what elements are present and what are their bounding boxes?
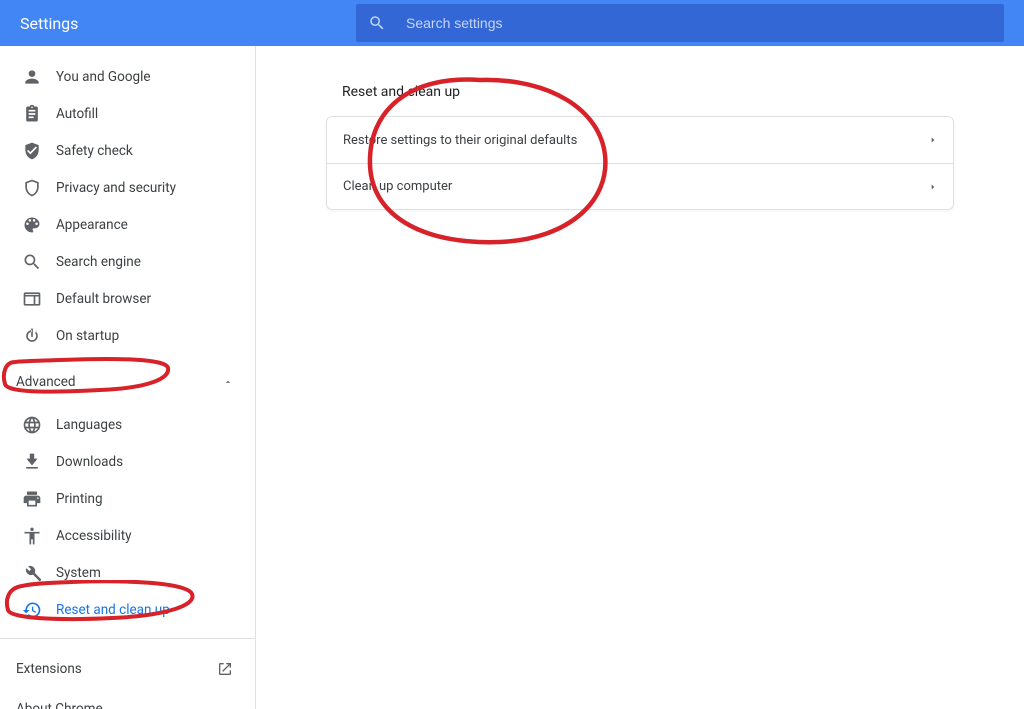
print-icon (22, 489, 56, 509)
advanced-label: Advanced (16, 374, 76, 390)
sidebar-item-label: Search engine (56, 254, 141, 270)
chevron-right-icon (929, 181, 937, 193)
sidebar-item-default-browser[interactable]: Default browser (0, 280, 255, 317)
section-title: Reset and clean up (326, 84, 954, 116)
sidebar-item-downloads[interactable]: Downloads (0, 443, 255, 480)
sidebar-item-about-chrome[interactable]: About Chrome (0, 689, 255, 709)
sidebar-item-label: System (56, 565, 101, 581)
sidebar-item-autofill[interactable]: Autofill (0, 95, 255, 132)
security-icon (22, 178, 56, 198)
header: Settings (0, 0, 1024, 46)
sidebar-item-system[interactable]: System (0, 554, 255, 591)
row-restore-defaults[interactable]: Restore settings to their original defau… (327, 117, 953, 163)
sidebar-item-safety-check[interactable]: Safety check (0, 132, 255, 169)
sidebar-item-search-engine[interactable]: Search engine (0, 243, 255, 280)
open-in-new-icon (217, 661, 233, 677)
palette-icon (22, 215, 56, 235)
verified-user-icon (22, 141, 56, 161)
sidebar-item-printing[interactable]: Printing (0, 480, 255, 517)
download-icon (22, 452, 56, 472)
sidebar-item-you-and-google[interactable]: You and Google (0, 58, 255, 95)
wrench-icon (22, 563, 56, 583)
assignment-icon (22, 104, 56, 124)
sidebar: You and Google Autofill Safety check Pri… (0, 46, 256, 709)
web-icon (22, 289, 56, 309)
sidebar-item-label: Appearance (56, 217, 128, 233)
restore-icon (22, 600, 56, 620)
sidebar-item-privacy-and-security[interactable]: Privacy and security (0, 169, 255, 206)
sidebar-item-label: Autofill (56, 106, 98, 122)
search-input[interactable] (406, 15, 992, 31)
sidebar-item-label: Languages (56, 417, 122, 433)
power-icon (22, 326, 56, 346)
row-clean-up-computer[interactable]: Clean up computer (327, 163, 953, 209)
sidebar-item-appearance[interactable]: Appearance (0, 206, 255, 243)
sidebar-item-label: Printing (56, 491, 103, 507)
sidebar-item-extensions[interactable]: Extensions (0, 649, 255, 689)
sidebar-item-label: Downloads (56, 454, 123, 470)
sidebar-item-label: On startup (56, 328, 119, 344)
sidebar-item-label: Reset and clean up (56, 602, 170, 618)
person-icon (22, 67, 56, 87)
reset-card: Restore settings to their original defau… (326, 116, 954, 210)
sidebar-item-label: Safety check (56, 143, 133, 159)
sidebar-item-on-startup[interactable]: On startup (0, 317, 255, 354)
sidebar-item-label: Privacy and security (56, 180, 176, 196)
sidebar-item-reset-and-clean-up[interactable]: Reset and clean up (0, 591, 255, 628)
main-content: Reset and clean up Restore settings to t… (256, 46, 1024, 709)
chevron-up-icon (223, 377, 233, 387)
advanced-toggle[interactable]: Advanced (0, 362, 255, 402)
page-title: Settings (20, 14, 356, 33)
sidebar-item-label: Accessibility (56, 528, 132, 544)
sidebar-item-languages[interactable]: Languages (0, 406, 255, 443)
sidebar-item-label: Extensions (16, 661, 82, 677)
separator (0, 638, 255, 639)
search-icon (22, 252, 56, 272)
sidebar-item-label: Default browser (56, 291, 151, 307)
sidebar-item-label: About Chrome (16, 701, 103, 709)
chevron-right-icon (929, 134, 937, 146)
search-icon (368, 14, 386, 32)
sidebar-item-accessibility[interactable]: Accessibility (0, 517, 255, 554)
row-label: Restore settings to their original defau… (343, 133, 577, 148)
sidebar-item-label: You and Google (56, 69, 151, 85)
accessibility-icon (22, 526, 56, 546)
globe-icon (22, 415, 56, 435)
search-box[interactable] (356, 4, 1004, 42)
row-label: Clean up computer (343, 179, 452, 194)
